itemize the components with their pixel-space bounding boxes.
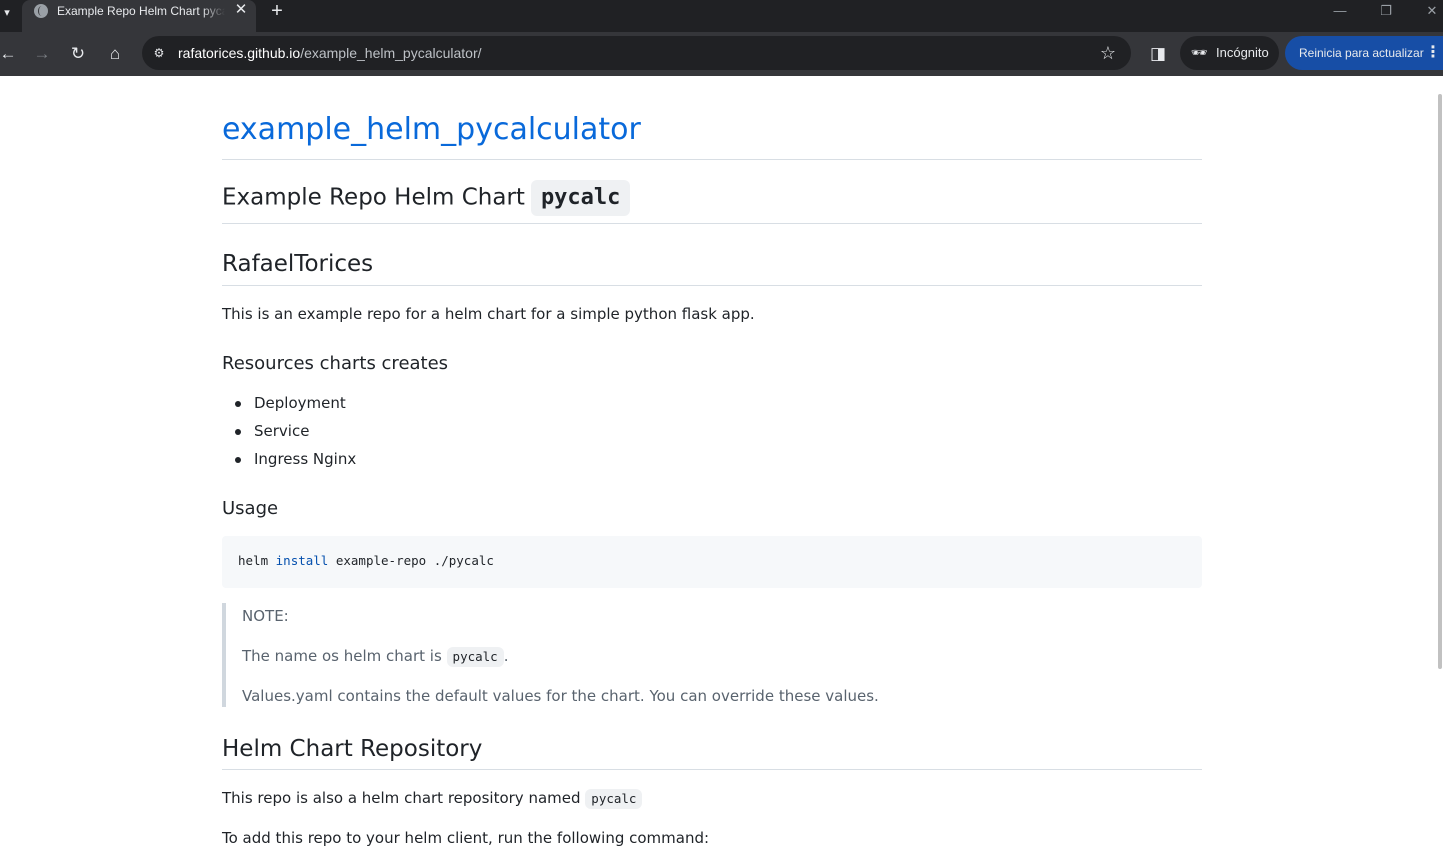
list-bullet — [235, 401, 241, 407]
list-item: Deployment — [254, 394, 346, 412]
page-heading-code: pycalc — [530, 180, 631, 216]
tab-close-button[interactable]: ✕ — [232, 1, 250, 19]
more-vertical-icon[interactable]: ⋮ — [1425, 42, 1441, 64]
divider — [222, 223, 1202, 224]
site-title-link[interactable]: example_helm_pycalculator — [222, 110, 641, 150]
usage-heading: Usage — [222, 498, 279, 519]
browser-toolbar: ← → ↻ ⌂ ⚙ rafatorices.github.io/example_… — [0, 32, 1443, 76]
note-line-1-end: . — [503, 647, 509, 665]
code-args: example-repo ./pycalc — [335, 553, 494, 568]
list-item: Service — [254, 422, 310, 440]
divider — [222, 285, 1202, 286]
page-heading: Example Repo Helm Chart pycalc — [222, 180, 631, 216]
note-blockquote: NOTE: The name os helm chart is pycalc. … — [222, 603, 1206, 707]
resources-heading: Resources charts creates — [222, 353, 449, 374]
back-arrow-icon[interactable]: ← — [0, 42, 20, 66]
star-icon[interactable]: ☆ — [1097, 42, 1119, 64]
note-line-1: The name os helm chart is pycalc. — [242, 645, 508, 667]
code-line: helm install example-repo ./pycalc — [238, 552, 494, 570]
tab-title: Example Repo Helm Chart pycalc — [57, 4, 225, 18]
note-line-2: Values.yaml contains the default values … — [242, 687, 879, 705]
author-heading: RafaelTorices — [222, 251, 374, 277]
site-info-icon[interactable]: ⚙ — [150, 44, 168, 62]
minimize-icon[interactable]: — — [1320, 0, 1360, 22]
page-viewport: example_helm_pycalculator Example Repo H… — [0, 76, 1443, 853]
incognito-label: Incógnito — [1216, 45, 1269, 60]
inline-code: pycalc — [585, 789, 643, 809]
divider — [222, 769, 1202, 770]
url-path: /example_helm_pycalculator/ — [300, 45, 482, 61]
url-text[interactable]: rafatorices.github.io/example_helm_pycal… — [178, 44, 482, 62]
usage-code-block[interactable]: helm install example-repo ./pycalc — [222, 536, 1202, 588]
home-icon[interactable]: ⌂ — [103, 42, 127, 66]
reload-icon[interactable]: ↻ — [66, 42, 90, 66]
globe-icon — [34, 4, 48, 18]
page-heading-text: Example Repo Helm Chart — [222, 184, 525, 211]
restart-to-update-button[interactable]: Reinicia para actualizar ⋮ — [1285, 36, 1443, 70]
scrollbar[interactable] — [1437, 76, 1443, 853]
note-title: NOTE: — [242, 607, 289, 625]
url-host: rafatorices.github.io — [178, 45, 301, 61]
browser-titlebar: ▾ Example Repo Helm Chart pycalc ✕ + — ❐… — [0, 0, 1443, 32]
note-line-1-text: The name os helm chart is — [242, 647, 442, 665]
incognito-indicator[interactable]: 🕶 Incógnito — [1180, 36, 1279, 70]
close-window-icon[interactable]: ✕ — [1412, 0, 1443, 22]
new-tab-button[interactable]: + — [266, 0, 288, 22]
browser-tab[interactable]: Example Repo Helm Chart pycalc ✕ — [22, 0, 256, 32]
address-bar[interactable]: ⚙ rafatorices.github.io/example_helm_pyc… — [142, 36, 1131, 70]
add-repo-paragraph: To add this repo to your helm client, ru… — [222, 829, 710, 847]
list-bullet — [235, 429, 241, 435]
restore-icon[interactable]: ❐ — [1366, 0, 1406, 22]
scrollbar-thumb[interactable] — [1438, 94, 1442, 669]
chevron-down-icon[interactable]: ▾ — [0, 2, 14, 22]
code-keyword: install — [275, 553, 329, 568]
inline-code: pycalc — [446, 647, 504, 667]
update-label: Reinicia para actualizar — [1299, 46, 1424, 60]
repo-paragraph: This repo is also a helm chart repositor… — [222, 787, 643, 809]
repo-paragraph-text: This repo is also a helm chart repositor… — [222, 789, 581, 807]
intro-paragraph: This is an example repo for a helm chart… — [222, 305, 755, 323]
code-cmd: helm — [238, 553, 269, 568]
forward-arrow-icon[interactable]: → — [30, 42, 54, 66]
list-bullet — [235, 457, 241, 463]
divider — [222, 159, 1202, 160]
list-item: Ingress Nginx — [254, 450, 357, 468]
repo-heading: Helm Chart Repository — [222, 736, 483, 762]
incognito-icon: 🕶 — [1190, 45, 1208, 60]
side-panel-icon[interactable]: ◨ — [1146, 42, 1170, 66]
